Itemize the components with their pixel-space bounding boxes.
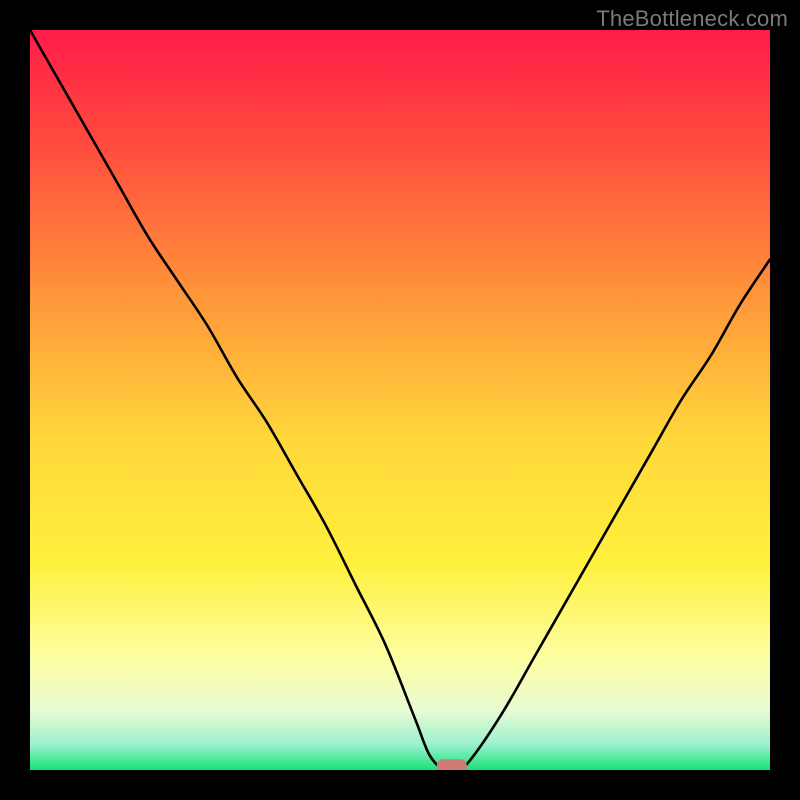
plot-area <box>30 30 770 770</box>
attribution-text: TheBottleneck.com <box>596 6 788 32</box>
bottleneck-chart <box>30 30 770 770</box>
gradient-background <box>30 30 770 770</box>
chart-frame: TheBottleneck.com <box>0 0 800 800</box>
optimal-marker <box>437 759 467 770</box>
